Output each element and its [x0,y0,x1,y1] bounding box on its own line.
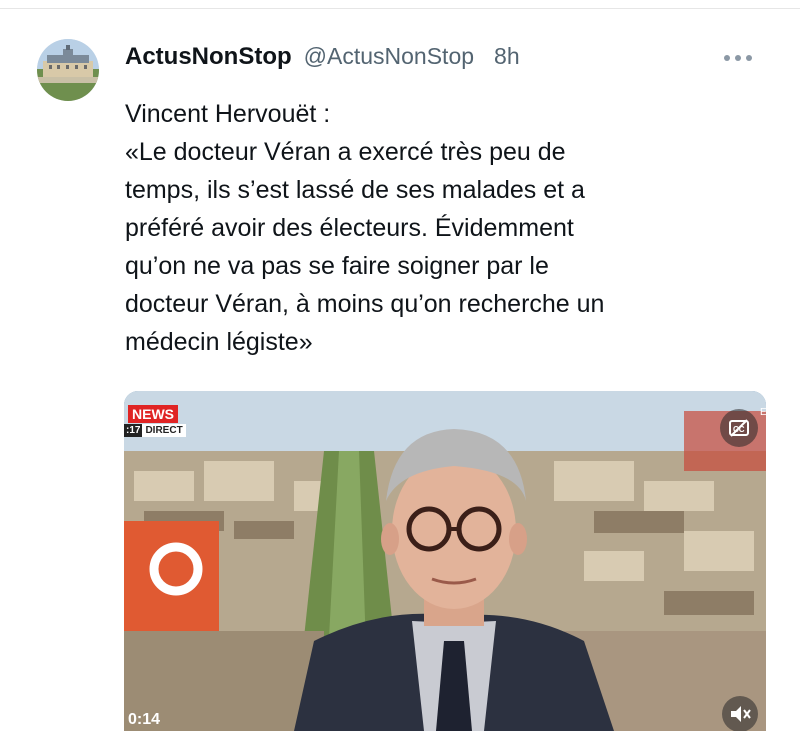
tweet-text-line: Vincent Hervouët : [125,100,331,128]
avatar[interactable] [37,39,99,101]
user-handle[interactable]: @ActusNonStop [304,43,474,70]
edge-label: E [760,407,766,418]
timestamp[interactable]: 8h [494,43,520,70]
more-dot [746,55,752,61]
mute-button[interactable] [722,696,758,731]
tweet-text-line: temps, ils s’est lassé de ses malades et… [125,176,585,204]
closed-captions-icon: CC [729,419,749,437]
news-badge: NEWS [128,405,178,423]
video-player[interactable]: NEWS :17 DIRECT E CC 0:14 [124,391,766,731]
tweet-text-line: médecin légiste» [125,328,313,356]
more-dot [724,55,730,61]
tweet-card[interactable]: ActusNonStop @ActusNonStop 8h Vincent He… [0,9,800,731]
live-badge: :17 DIRECT [124,424,186,437]
tweet-text-line: «Le docteur Véran a exercé très peu de [125,138,566,166]
tweet-text-line: qu’on ne va pas se faire soigner par le [125,252,549,280]
avatar-image [37,39,99,101]
video-duration: 0:14 [128,711,161,728]
tweet-header: ActusNonStop @ActusNonStop 8h [125,43,520,71]
more-icon[interactable] [724,55,752,61]
live-clock: :17 [124,424,143,437]
speaker-muted-icon [731,706,751,722]
display-name[interactable]: ActusNonStop [125,43,292,71]
more-dot [735,55,741,61]
tweet-text: Vincent Hervouët : «Le docteur Véran a e… [125,95,765,361]
tweet-text-line: préféré avoir des électeurs. Évidemment [125,214,574,242]
live-label: DIRECT [142,424,186,437]
tweet-text-line: docteur Véran, à moins qu’on recherche u… [125,290,605,318]
closed-captions-button[interactable]: CC [720,409,758,447]
video-frame [124,391,766,731]
